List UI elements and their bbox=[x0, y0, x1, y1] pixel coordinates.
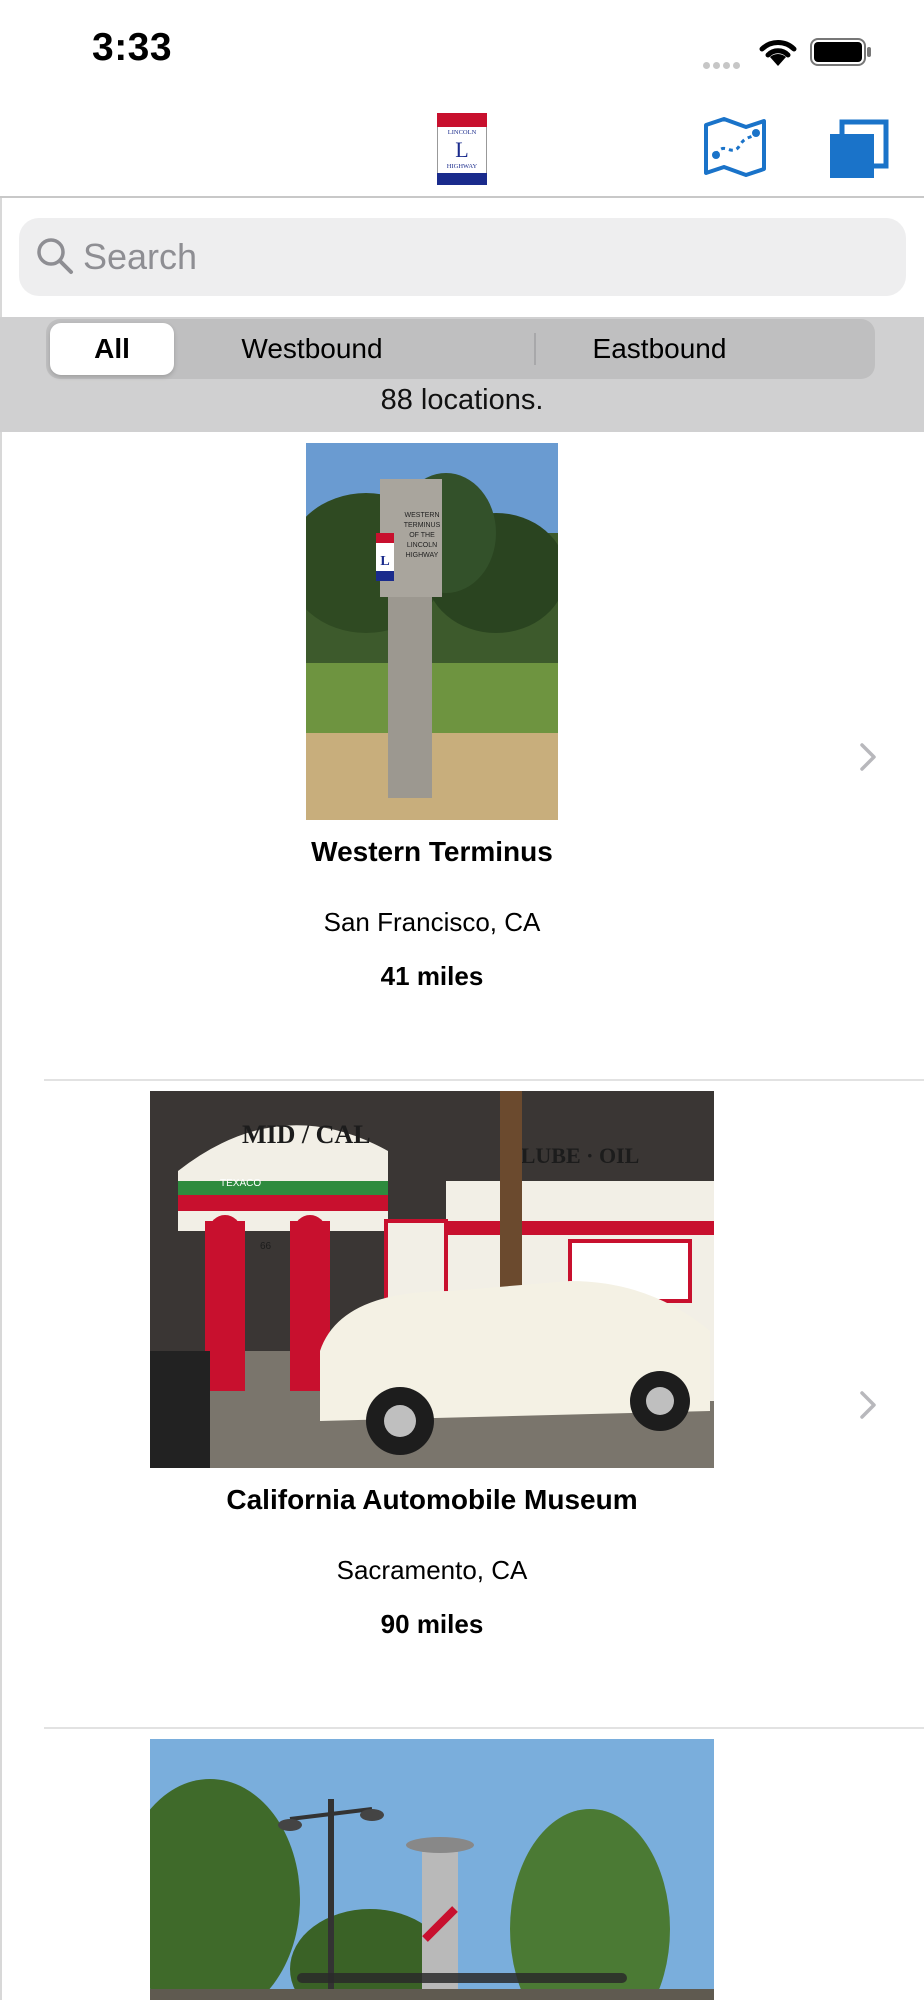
location-city: San Francisco, CA bbox=[323, 907, 541, 937]
wifi-icon bbox=[759, 40, 797, 66]
search-icon bbox=[37, 238, 73, 274]
signal-icon bbox=[703, 56, 747, 69]
location-distance: 41 miles bbox=[380, 961, 484, 991]
location-city: Sacramento, CA bbox=[336, 1555, 528, 1585]
location-photo: L WESTERN TERMINUS OF THE LINCOLN HIGHWA… bbox=[306, 443, 558, 820]
svg-text:L: L bbox=[380, 554, 389, 569]
route-map-icon[interactable] bbox=[702, 115, 768, 181]
location-distance: 90 miles bbox=[380, 1609, 484, 1639]
search-bar[interactable] bbox=[19, 218, 906, 296]
location-title: Western Terminus bbox=[311, 836, 553, 867]
status-time: 3:33 bbox=[92, 26, 173, 69]
search-input[interactable] bbox=[83, 230, 863, 284]
segment-all[interactable]: All bbox=[50, 323, 174, 375]
sign-text: LINCOLN bbox=[407, 542, 437, 549]
sign-text: LUBE · OIL bbox=[521, 1143, 640, 1168]
segment-westbound[interactable]: Westbound bbox=[182, 319, 442, 379]
list-item[interactable]: MID / CAL LUBE · OIL 66 TEXACO Californi… bbox=[2, 1080, 924, 1728]
sign-text: MID / CAL bbox=[242, 1120, 371, 1149]
direction-segmented-control[interactable]: All Westbound Eastbound bbox=[46, 319, 875, 379]
copy-icon[interactable] bbox=[826, 118, 892, 184]
logo-text-letter: L bbox=[455, 137, 468, 162]
battery-icon bbox=[810, 38, 871, 66]
home-indicator bbox=[297, 1973, 627, 1983]
list-item[interactable]: L WESTERN TERMINUS OF THE LINCOLN HIGHWA… bbox=[2, 432, 924, 1080]
sign-text: 66 bbox=[260, 1241, 272, 1252]
sign-text: TERMINUS bbox=[404, 522, 441, 529]
location-photo bbox=[150, 1739, 714, 2000]
location-photo: MID / CAL LUBE · OIL 66 TEXACO bbox=[150, 1091, 714, 1468]
sign-text: OF THE bbox=[409, 532, 435, 539]
sign-text: HIGHWAY bbox=[406, 552, 439, 559]
list-item[interactable] bbox=[2, 1728, 924, 2000]
logo-text-top: LINCOLN bbox=[448, 129, 477, 136]
sign-text: TEXACO bbox=[220, 1178, 261, 1189]
logo-text-bottom: HIGHWAY bbox=[447, 163, 478, 170]
sign-text: WESTERN bbox=[405, 512, 440, 519]
nav-divider bbox=[0, 196, 924, 198]
lincoln-highway-logo: LINCOLN L HIGHWAY bbox=[437, 113, 487, 185]
segment-eastbound[interactable]: Eastbound bbox=[444, 319, 875, 379]
location-count: 88 locations. bbox=[380, 384, 544, 416]
chevron-right-icon bbox=[860, 743, 876, 771]
location-title: California Automobile Museum bbox=[226, 1484, 638, 1515]
chevron-right-icon bbox=[860, 1391, 876, 1419]
